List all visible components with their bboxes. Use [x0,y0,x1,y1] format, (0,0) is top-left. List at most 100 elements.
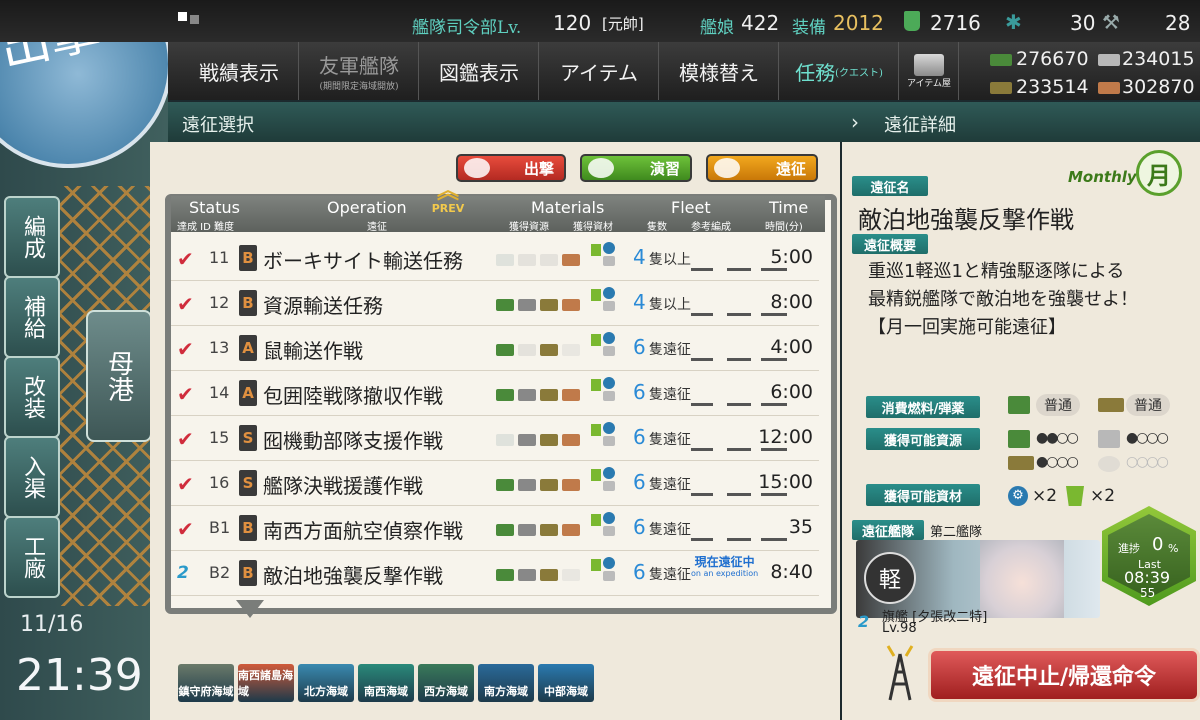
remaining-seconds: 55 [1140,586,1156,600]
organize-button[interactable]: 編成 [4,196,60,278]
fleet-header: Fleet [671,198,711,217]
hq-level-value: 120 [553,11,592,35]
menu-shop-label: アイテム屋 [906,78,952,89]
menu-items[interactable]: アイテム [540,42,659,100]
ship-silhouette [727,448,751,451]
resource-icons [496,381,586,405]
expedition-tab-button[interactable]: 遠征 [706,154,818,182]
supply-button[interactable]: 補給 [4,276,60,358]
bauxite-icon [562,434,580,446]
steel-gain-meter: ●○○○ [1126,430,1169,446]
fleet-count: 6 [633,380,646,404]
description-line: 重巡1軽巡1と精強駆逐隊による [868,261,1125,282]
fleet-type: 隻遠征 [649,432,691,448]
expedition-name-tag: 遠征名 [852,176,928,196]
table-row[interactable]: ✔ 14 A 包囲陸戦隊撤収作戦 6 隻遠征 6:00 [171,371,819,416]
bauxite-icon [562,569,580,581]
menu-item-shop[interactable]: アイテム屋 [900,42,959,100]
fleet-type: 隻遠征 [649,522,691,538]
fuel-icon [496,479,514,491]
equip-count-label: 装備 [792,18,826,38]
fuel-value: 276670 [1016,48,1089,70]
status-note-jp: 現在遠征中 [694,555,755,569]
steel-value: 234015 [1122,48,1195,70]
resource-icons [496,291,586,315]
table-row[interactable]: ✔ 11 B ボーキサイト輸送任務 4 隻以上 5:00 [171,236,819,281]
chevron-up-icon: ︽ [436,179,459,204]
menu-furniture[interactable]: 模様替え [660,42,779,100]
arsenal-button[interactable]: 工廠 [4,516,60,598]
screw-icon [603,377,615,389]
ammo-icon [540,479,558,491]
area-tab-1[interactable]: 鎮守府海域 [178,664,234,702]
expedition-name: 敵泊地強襲反撃作戦 [263,564,443,588]
port-button[interactable]: 母港 [86,310,152,442]
gain-items-tag: 獲得可能資材 [866,484,980,506]
table-row[interactable]: ✔ 12 B 資源輸送任務 4 隻以上 8:00 [171,281,819,326]
checkmark-icon: ✔ [177,517,194,541]
menu-quests-label: 任務 [795,60,836,85]
sortie-tab-button[interactable]: 出撃 [456,154,566,182]
fuel-icon [496,254,514,266]
difficulty-badge: B [239,290,257,316]
fuel-gain-meter: ●●○○ [1036,430,1079,446]
fleet-2-icon: 2 [858,612,870,631]
materials-header: Materials [531,198,605,217]
table-row[interactable]: ✔ 13 A 鼠輸送作戦 6 隻遠征 4:00 [171,326,819,371]
exercise-tab-button[interactable]: 演習 [580,154,692,182]
menu-quests-sublabel: (クエスト) [835,67,883,79]
ammo-icon [990,82,1012,94]
fleet-count: 4 [633,245,646,269]
description-line: 最精鋭艦隊で敵泊地を強襲せよ！ [868,289,1138,310]
area-tab-2[interactable]: 南西諸島海域 [238,664,294,702]
area-tab-3[interactable]: 北方海域 [298,664,354,702]
menu-record[interactable]: 戦績表示 [180,42,299,100]
radio-tower-icon [886,645,914,701]
bauxite-gain-meter: ○○○○ [1126,454,1169,470]
selection-pointer [236,600,264,618]
expedition-name: 包囲陸戦隊撤収作戦 [263,384,443,408]
table-row[interactable]: ✔ 16 S 艦隊決戦援護作戦 6 隻遠征 15:00 [171,461,819,506]
area-tab-7[interactable]: 中部海域 [538,664,594,702]
dock-button[interactable]: 入渠 [4,436,60,518]
ship-silhouette [727,403,751,406]
remaining-time: 08:39 [1124,568,1171,587]
remodel-button[interactable]: 改装 [4,356,60,438]
fleet-count: 6 [633,560,646,584]
fleet-count: 6 [633,425,646,449]
expedition-summary-tag: 遠征概要 [852,234,928,254]
box-icon [603,481,615,491]
table-row[interactable]: ✔ 15 S 囮機動部隊支援作戦 6 隻遠征 12:00 [171,416,819,461]
operation-header: Operation [327,198,407,217]
equip-count-value: 2012 [833,11,884,35]
box-icon [603,346,615,356]
bucket-icon [904,11,920,31]
screw-icon [603,512,615,524]
expedition-time: 35 [788,516,813,538]
area-tab-4[interactable]: 南西海域 [358,664,414,702]
expedition-detail-title: 遠征詳細 [884,115,956,136]
prev-page-button[interactable]: ︽ PREV [428,179,468,222]
screw-icon: ⚙ [1008,486,1028,506]
menu-friend-fleet[interactable]: 友軍艦隊 (期間限定海域開放) [300,42,419,100]
ship-silhouette [761,358,787,361]
date-display: 11/16 [20,612,84,637]
table-row[interactable]: ✔ B1 B 南西方面航空偵察作戦 6 隻遠征 35 [171,506,819,551]
menu-friend-sublabel: (期間限定海域開放) [319,82,399,92]
area-tab-5[interactable]: 西方海域 [418,664,474,702]
hammer-icon: ⚒ [1102,10,1120,34]
steel-icon [518,344,536,356]
menu-library[interactable]: 図鑑表示 [420,42,539,100]
bucket-icon [591,334,601,346]
area-tab-6[interactable]: 南方海域 [478,664,534,702]
bauxite-icon [1098,82,1120,94]
resource-icons [496,336,586,360]
ship-silhouette [691,448,713,451]
table-row[interactable]: 2 B2 B 敵泊地強襲反撃作戦 6 隻遠征 現在遠征中 on an expedition 8:… [171,551,819,596]
menu-quests[interactable]: 任務 (クエスト) [780,42,899,100]
girl-face-icon [588,158,614,178]
recall-button[interactable]: 遠征中止/帰還命令 [928,648,1200,702]
bauxite-icon [562,254,580,266]
bauxite-icon [562,479,580,491]
expedition-select-title: 遠征選択 [182,115,254,136]
